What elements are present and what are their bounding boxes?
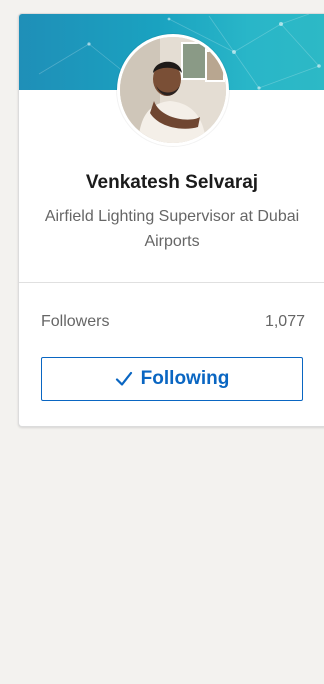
profile-name[interactable]: Venkatesh Selvaraj [19,172,324,194]
avatar[interactable] [117,34,229,146]
followers-label: Followers [41,313,110,330]
profile-card: Venkatesh Selvaraj Airfield Lighting Sup… [18,13,324,427]
following-button[interactable]: Following [41,357,303,401]
page: Venkatesh Selvaraj Airfield Lighting Sup… [0,0,324,684]
check-icon [115,371,133,387]
following-button-label: Following [140,368,230,389]
followers-count: 1,077 [264,313,305,330]
profile-headline: Airfield Lighting Supervisor at Dubai Ai… [44,208,300,250]
divider [19,282,324,283]
